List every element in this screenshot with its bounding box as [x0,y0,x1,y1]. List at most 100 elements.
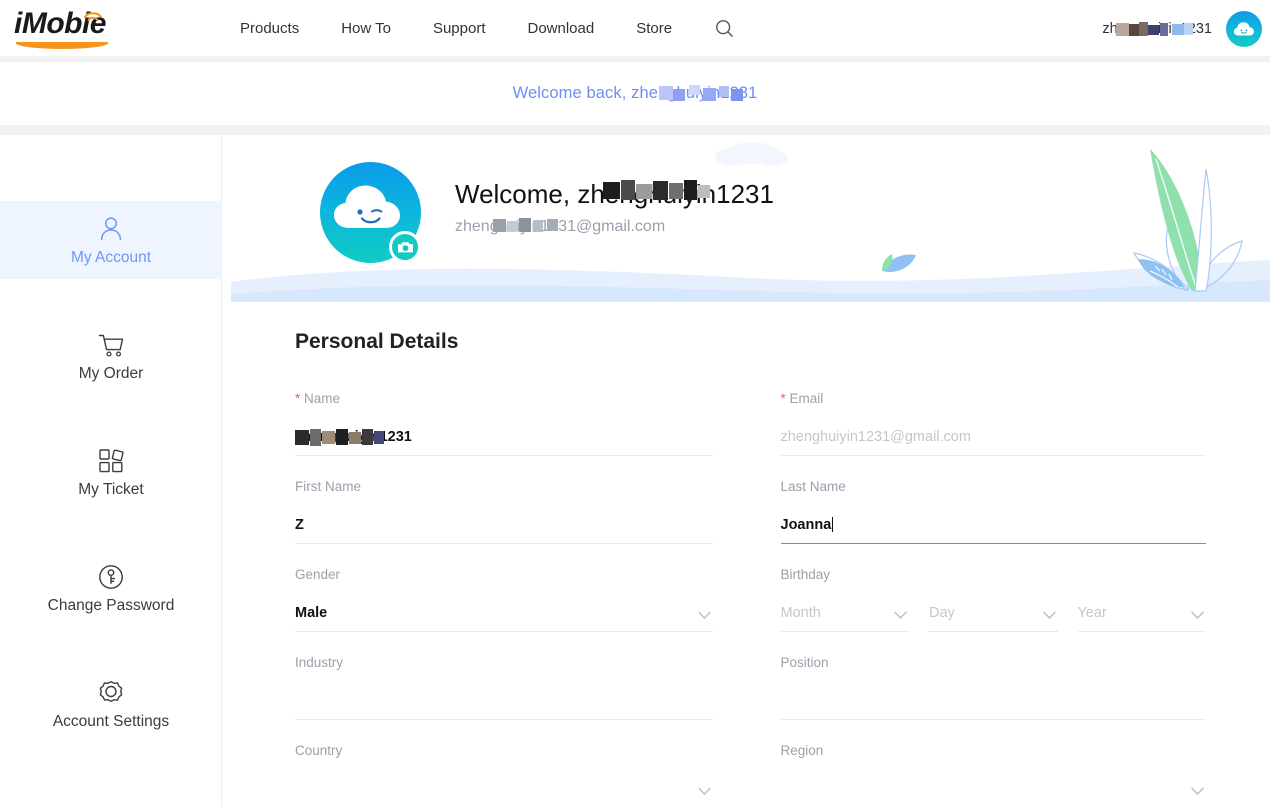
field-label-last-name: Last Name [780,479,846,494]
field-label-birthday: Birthday [780,567,831,582]
camera-icon [397,242,413,253]
field-first-name: First Name Z [295,478,751,544]
chevron-down-icon [1191,783,1204,801]
select-birthday-year[interactable]: Year [1077,594,1206,632]
nav-item-store[interactable]: Store [615,0,693,57]
hero-greeting-wrap: Welcome, zhenghuiyin1231 [455,177,774,211]
header-username[interactable]: zhenghuiyin1231 [1102,21,1212,37]
nav-item-products[interactable]: Products [240,0,320,57]
field-label-position: Position [780,655,829,670]
field-gender: Gender Male [295,566,751,632]
birthday-day-col: Day [929,594,1058,632]
birthday-year-col: Year [1077,594,1206,632]
sidebar-item-my-account[interactable]: My Account [0,201,222,279]
nav-item-support[interactable]: Support [412,0,507,57]
page-body: My Account My Order My Ticket Change Pas… [0,135,1270,807]
sidebar-item-label: Account Settings [52,713,170,730]
welcome-back-bar: Welcome back, zhenghuiyin1231 [0,62,1270,125]
field-region: Region [751,742,1207,807]
grid-tiles-icon [97,445,125,475]
label-text: Name [304,391,341,406]
select-birthday-day[interactable]: Day [929,594,1058,632]
search-icon[interactable] [711,16,737,42]
sidebar-item-change-password[interactable]: Change Password [0,549,222,627]
field-position: Position [751,654,1206,720]
form-grid: * Name zhenghuiyin1231 * Email zhenghuiy… [295,368,1206,807]
header-user-area: zhenghuiyin1231 [1102,0,1262,57]
input-email: zhenghuiyin1231@gmail.com [780,418,1206,456]
sidebar-item-label: My Ticket [78,481,144,498]
required-asterisk: * [780,391,786,406]
select-gender[interactable]: Male [295,594,713,632]
nav-item-how-to[interactable]: How To [320,0,412,57]
input-first-name[interactable]: Z [295,506,713,544]
label-text: Email [789,391,824,406]
account-main-panel: Welcome, zhenghuiyin1231 zhenghuiyin1231… [231,135,1270,807]
field-label-email: * Email [781,390,1207,408]
small-leaf-shape [882,254,916,272]
account-page: iMobie Products How To Support Download … [0,0,1270,807]
select-gender-value: Male [295,604,328,621]
chevron-down-icon [1042,607,1056,625]
shopping-cart-icon [96,329,126,359]
select-birthday-day-placeholder: Day [929,604,955,621]
select-region[interactable] [781,770,1207,807]
birthday-month-col: Month [780,594,909,632]
sidebar-item-label: My Order [78,365,144,382]
sidebar-item-label: Change Password [47,597,175,614]
field-country: Country [295,742,751,807]
hero-email: zhenghuiyin1231@gmail.com [455,218,666,235]
site-header: iMobie Products How To Support Download … [0,0,1270,57]
wifi-arc-icon [84,12,102,21]
field-last-name: Last Name Joanna [751,478,1206,544]
field-email: * Email zhenghuiyin1231@gmail.com [751,390,1207,456]
input-name[interactable]: zhenghuiyin1231 [295,418,713,456]
chevron-down-icon [1191,607,1204,625]
select-country[interactable] [295,770,713,807]
welcome-back-text-wrap[interactable]: Welcome back, zhenghuiyin1231 [513,84,758,103]
input-name-value: zhenghuiyin1231 [295,428,412,445]
chevron-down-icon [697,783,711,801]
chevron-down-icon [697,607,711,625]
account-sidebar: My Account My Order My Ticket Change Pas… [0,135,222,807]
sidebar-item-my-ticket[interactable]: My Ticket [0,433,222,511]
field-label-first-name: First Name [295,479,362,494]
logo-underline-swoosh [16,42,108,49]
hero-email-wrap: zhenghuiyin1231@gmail.com [455,215,774,239]
nav-item-download[interactable]: Download [507,0,616,57]
page-title: Personal Details [295,330,459,353]
gear-icon [97,677,125,707]
input-email-value: zhenghuiyin1231@gmail.com [780,428,971,445]
field-name: * Name zhenghuiyin1231 [295,390,751,456]
field-label-region: Region [780,743,824,758]
imobie-logo[interactable]: iMobie [10,6,160,52]
input-industry[interactable] [295,682,713,720]
hero-decorative-illustration [715,142,1243,292]
hero-text-block: Welcome, zhenghuiyin1231 zhenghuiyin1231… [455,177,774,239]
birthday-selects: Month Day Year [780,594,1206,632]
cloud-shape [715,142,788,166]
select-birthday-month[interactable]: Month [780,594,909,632]
select-birthday-month-placeholder: Month [780,604,821,621]
welcome-back-text: Welcome back, zhenghuiyin1231 [512,84,758,102]
sidebar-item-account-settings[interactable]: Account Settings [0,665,222,743]
text-cursor [832,517,834,532]
header-avatar[interactable] [1226,10,1262,47]
input-position[interactable] [780,682,1206,720]
key-circle-icon [97,561,125,591]
field-label-gender: Gender [295,567,341,582]
input-last-name[interactable]: Joanna [780,506,1206,544]
field-label-industry: Industry [295,655,344,670]
select-birthday-year-placeholder: Year [1077,604,1107,621]
required-asterisk: * [295,391,301,406]
welcome-bar-divider [0,125,1270,135]
sidebar-item-label: My Account [70,249,152,266]
cloud-icon [1233,21,1254,35]
plant-cluster-shape [1132,149,1243,292]
field-label-country: Country [295,743,343,758]
main-nav: Products How To Support Download Store [240,0,737,57]
avatar-camera-badge[interactable] [389,231,421,263]
sidebar-item-my-order[interactable]: My Order [0,317,222,395]
user-icon [97,213,125,243]
chevron-down-icon [894,607,907,625]
